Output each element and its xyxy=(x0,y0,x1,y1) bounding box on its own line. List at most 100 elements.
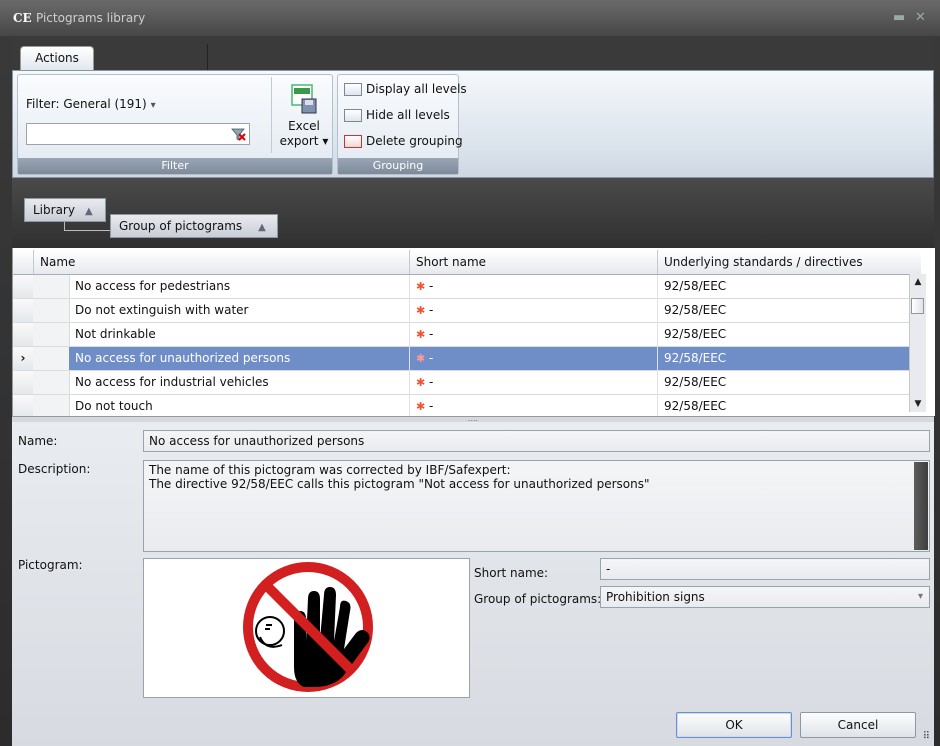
divider xyxy=(271,77,272,153)
pictogram-grid: Name Short name Underlying standards / d… xyxy=(12,248,935,419)
group-level-indent xyxy=(51,371,70,394)
delete-grouping-icon xyxy=(344,135,362,148)
grouping-group: Display all levels Hide all levels Delet… xyxy=(337,74,467,175)
column-header-standards[interactable]: Underlying standards / directives xyxy=(657,250,921,274)
close-icon[interactable]: ✕ xyxy=(915,10,926,25)
cell-short-name[interactable]: ✱ - xyxy=(409,347,657,370)
display-all-label: Display all levels xyxy=(366,82,467,96)
description-field[interactable]: The name of this pictogram was corrected… xyxy=(143,460,930,552)
resize-grip-icon[interactable]: ⠿ xyxy=(923,731,930,742)
window-title: Pictograms library xyxy=(36,11,146,25)
row-indicator[interactable] xyxy=(13,395,34,418)
group-level-indent xyxy=(51,323,70,346)
group-level-indent xyxy=(51,395,70,418)
pictogram-image xyxy=(143,558,470,698)
cell-standards[interactable]: 92/58/EEC xyxy=(657,347,909,370)
cell-standards[interactable]: 92/58/EEC xyxy=(657,371,909,394)
short-name-value: - xyxy=(429,327,434,341)
group-by-panel: Library ▲ Group of pictograms ▲ xyxy=(12,178,934,248)
ribbon-tab-strip: Actions xyxy=(12,36,934,71)
group-by-pictogram-group[interactable]: Group of pictograms ▲ xyxy=(110,214,278,238)
table-row[interactable]: Not drinkable ✱ -92/58/EEC xyxy=(13,323,909,347)
grid-header: Name Short name Underlying standards / d… xyxy=(13,250,921,275)
hide-all-levels-button[interactable]: Hide all levels xyxy=(344,105,450,125)
delete-grouping-label: Delete grouping xyxy=(366,134,463,148)
cell-standards[interactable]: 92/58/EEC xyxy=(657,275,909,298)
scroll-thumb[interactable] xyxy=(911,298,924,314)
description-line-2: The directive 92/58/EEC calls this picto… xyxy=(149,477,650,491)
row-indicator[interactable] xyxy=(13,299,34,322)
short-name-label: Short name: xyxy=(474,566,549,580)
group-of-pictograms-select[interactable]: Prohibition signs ▾ xyxy=(600,586,930,608)
cell-name[interactable]: No access for unauthorized persons xyxy=(69,347,409,370)
group-level-indent xyxy=(33,275,52,298)
required-star-icon: ✱ xyxy=(416,376,426,389)
group-select-value: Prohibition signs xyxy=(606,590,705,604)
collapse-icon xyxy=(344,109,362,122)
table-row[interactable]: No access for pedestrians ✱ -92/58/EEC xyxy=(13,275,909,299)
column-header-name[interactable]: Name xyxy=(33,250,409,274)
chevron-down-icon: ▾ xyxy=(150,100,156,111)
tab-actions[interactable]: Actions xyxy=(20,46,94,71)
group-by-library[interactable]: Library ▲ xyxy=(24,198,106,222)
group-level-indent xyxy=(33,299,52,322)
filter-dropdown[interactable]: Filter: General (191) ▾ xyxy=(26,97,156,111)
hide-all-label: Hide all levels xyxy=(366,108,450,122)
minimize-icon[interactable]: ▬ xyxy=(893,10,905,25)
table-row[interactable]: No access for industrial vehicles ✱ -92/5… xyxy=(13,371,909,395)
dialog-window: CE Pictograms library ▬ ✕ Actions Filter… xyxy=(0,0,940,746)
ribbon: Filter: General (191) ▾ Excel export ▾ F… xyxy=(12,70,934,178)
row-indicator[interactable] xyxy=(13,371,34,394)
grid-scrollbar[interactable]: ▲ ▼ xyxy=(909,274,926,412)
cell-short-name[interactable]: ✱ - xyxy=(409,323,657,346)
header-indicator xyxy=(13,250,33,274)
name-label: Name: xyxy=(18,434,58,448)
divider xyxy=(207,44,208,70)
short-name-value: - xyxy=(429,351,434,365)
delete-grouping-button[interactable]: Delete grouping xyxy=(344,131,463,151)
table-row[interactable]: Do not extinguish with water ✱ -92/58/EEC xyxy=(13,299,909,323)
scroll-down-icon[interactable]: ▼ xyxy=(912,398,924,410)
group-library-label: Library xyxy=(33,203,75,217)
cell-standards[interactable]: 92/58/EEC xyxy=(657,395,909,418)
current-row-arrow-icon[interactable]: › xyxy=(13,347,34,370)
filter-search-input[interactable] xyxy=(26,123,250,145)
ok-button[interactable]: OK xyxy=(676,712,792,738)
group-level-indent xyxy=(33,395,52,418)
cell-short-name[interactable]: ✱ - xyxy=(409,371,657,394)
description-label: Description: xyxy=(18,462,91,476)
cell-short-name[interactable]: ✱ - xyxy=(409,275,657,298)
excel-export-button[interactable]: Excel export ▾ xyxy=(273,83,335,149)
short-name-value: - xyxy=(429,399,434,413)
title-bar: CE Pictograms library ▬ ✕ xyxy=(0,0,940,36)
display-all-levels-button[interactable]: Display all levels xyxy=(344,79,467,99)
short-name-field[interactable]: - xyxy=(600,558,930,580)
short-name-value: - xyxy=(429,303,434,317)
row-indicator[interactable] xyxy=(13,323,34,346)
row-indicator[interactable] xyxy=(13,275,34,298)
column-header-short-name[interactable]: Short name xyxy=(409,250,657,274)
excel-label: Excel xyxy=(288,119,320,133)
required-star-icon: ✱ xyxy=(416,304,426,317)
cell-name[interactable]: Not drinkable xyxy=(69,323,409,346)
table-row[interactable]: › No access for unauthorized persons ✱ -92… xyxy=(13,347,909,371)
cell-short-name[interactable]: ✱ - xyxy=(409,395,657,418)
group-level-indent xyxy=(51,299,70,322)
cell-standards[interactable]: 92/58/EEC xyxy=(657,323,909,346)
cell-name[interactable]: Do not touch xyxy=(69,395,409,418)
description-scrollbar[interactable] xyxy=(914,462,928,550)
short-name-value: - xyxy=(429,375,434,389)
cell-name[interactable]: No access for industrial vehicles xyxy=(69,371,409,394)
excel-label-line2: export ▾ xyxy=(279,134,329,148)
cell-name[interactable]: Do not extinguish with water xyxy=(69,299,409,322)
filter-group-caption: Filter xyxy=(18,158,332,174)
scroll-up-icon[interactable]: ▲ xyxy=(912,276,924,288)
clear-filter-icon[interactable] xyxy=(230,126,246,146)
cancel-button[interactable]: Cancel xyxy=(800,712,916,738)
name-field[interactable]: No access for unauthorized persons xyxy=(143,430,930,452)
cell-short-name[interactable]: ✱ - xyxy=(409,299,657,322)
cell-standards[interactable]: 92/58/EEC xyxy=(657,299,909,322)
cell-name[interactable]: No access for pedestrians xyxy=(69,275,409,298)
app-logo: CE xyxy=(13,11,32,25)
group-level-indent xyxy=(33,371,52,394)
